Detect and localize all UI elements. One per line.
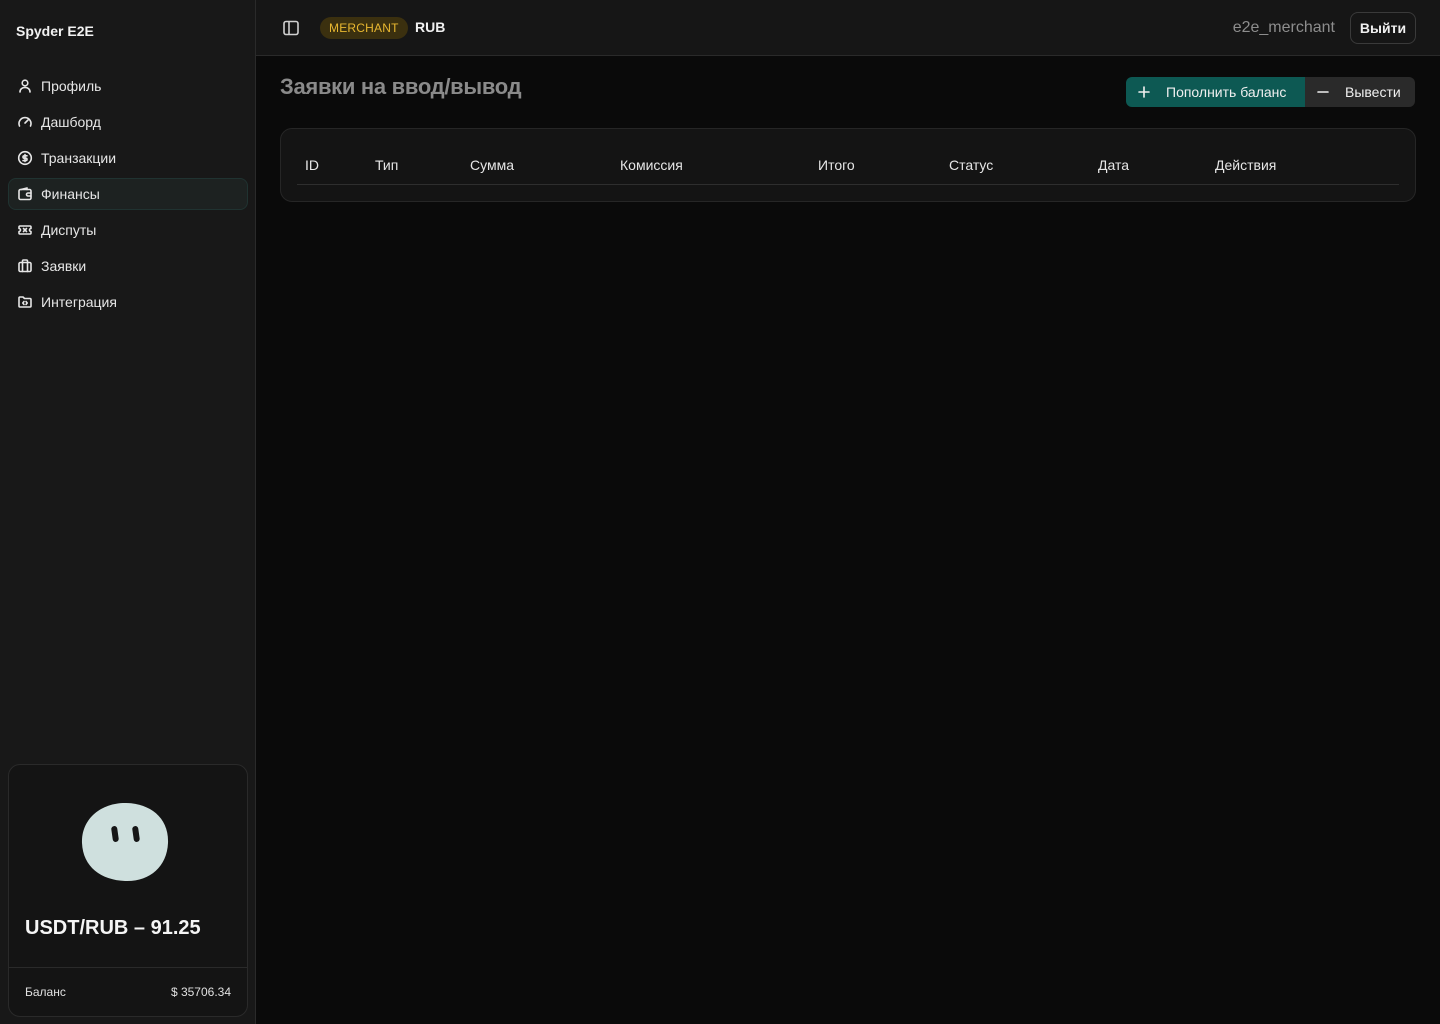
divider [9,967,247,968]
exchange-rate: USDT/RUB – 91.25 [25,917,201,939]
sidebar-item-profile[interactable]: Профиль [8,70,248,102]
requests-table: ID Тип Сумма Комиссия Итого Статус Дата … [280,128,1416,202]
column-header-commission[interactable]: Комиссия [620,157,683,173]
wallet-icon [17,186,33,202]
withdraw-button[interactable]: Вывести [1305,77,1415,107]
minus-icon [1316,85,1330,99]
column-header-amount[interactable]: Сумма [470,157,514,173]
ticket-x-icon [17,222,33,238]
withdraw-label: Вывести [1345,84,1401,100]
balance-label: Баланс [25,985,66,999]
mascot-icon [81,803,169,882]
rate-card: USDT/RUB – 91.25 Баланс $ 35706.34 [8,764,248,1017]
sidebar-item-label: Транзакции [41,150,117,166]
column-header-type[interactable]: Тип [375,157,398,173]
sidebar-item-integration[interactable]: Интеграция [8,286,248,318]
sidebar-nav: Профиль Дашборд Транзакции Финансы Диспу… [8,70,248,322]
plus-icon [1137,85,1151,99]
sidebar: Spyder E2E Профиль Дашборд Транзакции Фи… [0,0,256,1024]
top-header: MERCHANT RUB e2e_merchant Выйти [256,0,1440,56]
sidebar-item-label: Финансы [41,186,100,202]
column-header-total[interactable]: Итого [818,157,855,173]
role-badge: MERCHANT [320,17,408,39]
topup-label: Пополнить баланс [1166,84,1287,100]
balance-value: $ 35706.34 [170,985,231,999]
sidebar-item-label: Диспуты [41,222,97,238]
topup-button[interactable]: Пополнить баланс [1126,77,1305,107]
sidebar-item-disputes[interactable]: Диспуты [8,214,248,246]
sidebar-item-label: Дашборд [41,114,101,130]
gauge-icon [17,114,33,130]
briefcase-icon [17,258,33,274]
column-header-id[interactable]: ID [305,157,319,173]
column-header-status[interactable]: Статус [949,157,993,173]
table-header-row: ID Тип Сумма Комиссия Итого Статус Дата … [297,151,1399,185]
sidebar-toggle-icon[interactable] [282,19,300,37]
dollar-circle-icon [17,150,33,166]
column-header-date[interactable]: Дата [1098,157,1129,173]
user-icon [17,78,33,94]
sidebar-item-label: Заявки [41,258,87,274]
currency-label: RUB [415,19,446,35]
brand-title: Spyder E2E [16,23,94,39]
sidebar-item-dashboard[interactable]: Дашборд [8,106,248,138]
action-buttons: Пополнить баланс Вывести [1126,77,1415,107]
sidebar-item-finance[interactable]: Финансы [8,178,248,210]
sidebar-item-transactions[interactable]: Транзакции [8,142,248,174]
sidebar-item-requests[interactable]: Заявки [8,250,248,282]
sidebar-item-label: Профиль [41,78,102,94]
logout-button[interactable]: Выйти [1350,12,1416,44]
sidebar-item-label: Интеграция [41,294,117,310]
page-title: Заявки на ввод/вывод [280,74,522,99]
username: e2e_merchant [1232,19,1335,36]
column-header-actions: Действия [1215,157,1277,173]
folder-code-icon [17,294,33,310]
